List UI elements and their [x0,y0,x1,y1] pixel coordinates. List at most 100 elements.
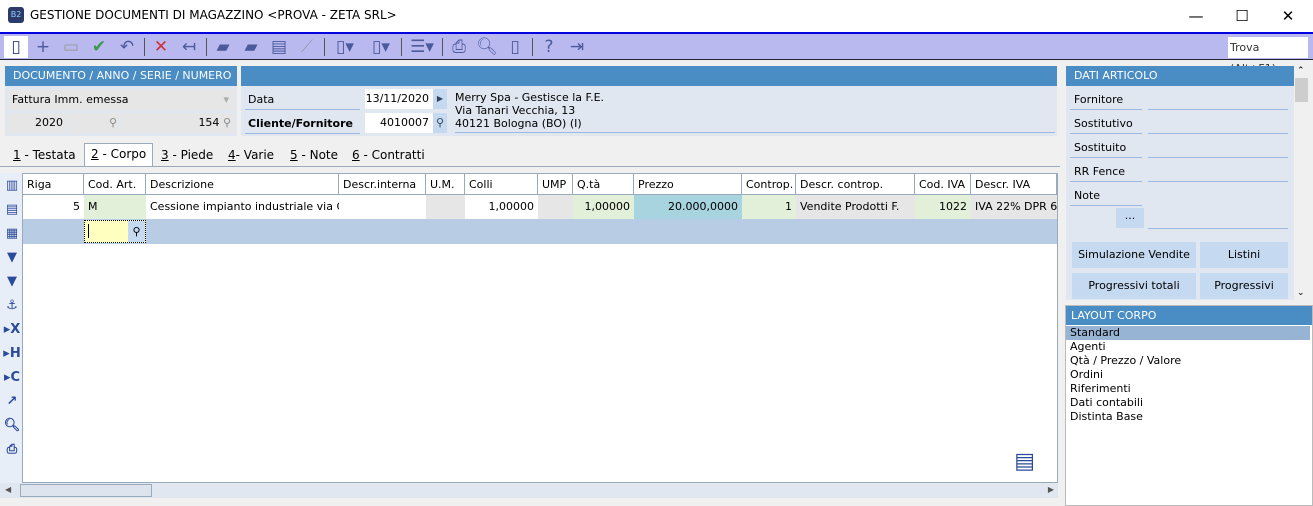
minimize-button[interactable]: — [1176,4,1216,28]
filter-icon[interactable]: ▼ [3,249,21,267]
serie-field[interactable]: ⚲ [69,113,121,133]
search-icon[interactable]: ⚲ [433,113,447,133]
date-next-icon[interactable]: ▶ [433,89,447,109]
grid-cell[interactable]: 1,00000 [465,195,538,219]
grid-cell[interactable]: Cessione impianto industriale via Gra... [146,195,339,219]
note-more-button[interactable]: ... [1116,208,1144,228]
progressivi-button[interactable]: Progressivi [1200,273,1288,299]
field-value[interactable] [1148,90,1288,110]
pdf-icon[interactable]: ▯ [503,36,527,58]
export-c-icon[interactable]: ▸C [3,369,21,387]
menu-dropdown-icon[interactable]: ☰▾ [406,36,438,58]
grid-cell[interactable] [426,195,465,219]
grid-cell[interactable]: Vendite Prodotti F. [796,195,915,219]
field-value[interactable] [1148,162,1288,182]
add-icon[interactable]: + [31,36,55,58]
chart-icon[interactable]: ↗ [3,393,21,411]
cliente-input[interactable]: 4010007 [365,113,433,133]
grid-cell[interactable] [538,195,573,219]
data-input[interactable]: 13/11/2020 [365,89,433,109]
print-preview-icon[interactable]: 🔍︎ [475,36,499,58]
field-value[interactable] [1148,114,1288,134]
column-header[interactable]: Cod. Art. [84,174,146,195]
tab-varie[interactable]: 4- Varie [222,145,280,166]
tab-contratti[interactable]: 6 - Contratti [346,145,431,166]
scrollbar-thumb[interactable] [1295,78,1308,102]
column-header[interactable]: Descrizione [146,174,339,195]
grid-cell[interactable]: 1 [742,195,796,219]
anno-field[interactable]: 2020 [7,113,67,133]
column-header[interactable]: Colli [465,174,538,195]
layout-item[interactable]: Dati contabili [1070,396,1143,410]
search-icon[interactable]: ⚲ [223,116,231,129]
layout-item[interactable]: Riferimenti [1070,382,1131,396]
column-header[interactable]: Prezzo [634,174,742,195]
maximize-button[interactable]: ☐ [1222,4,1262,28]
delete-icon[interactable]: ✕ [149,36,173,58]
help-icon[interactable]: ? [537,36,561,58]
grid-cell[interactable]: M [84,195,146,219]
column-header[interactable]: UMP [538,174,573,195]
grid-cell[interactable]: 5 [23,195,84,219]
simulazione-vendite-button[interactable]: Simulazione Vendite [1072,242,1196,268]
layout-item[interactable]: Qtà / Prezzo / Valore [1070,354,1181,368]
column-header[interactable]: Q.tà [573,174,634,195]
open-folder-icon[interactable]: ▭ [59,36,83,58]
document-footer-dropdown-icon[interactable]: ▯▾ [366,36,396,58]
folder-yellow-icon[interactable]: ▰ [239,36,263,58]
scroll-right-icon[interactable]: ▶ [1048,485,1054,494]
ruler-icon[interactable]: ⟋ [295,36,319,58]
layout-item[interactable]: Agenti [1070,340,1106,354]
column-header[interactable]: Cod. IVA [915,174,971,195]
column-header[interactable]: Descr. controp. [796,174,915,195]
horizontal-scrollbar[interactable]: ◀ ▶ [0,483,1058,498]
search-icon[interactable]: ⚲ [128,221,145,242]
print-icon[interactable]: ⎙ [447,36,471,58]
scroll-down-icon[interactable]: ⌄ [1297,288,1305,298]
grid-cell[interactable] [339,195,426,219]
layout-item[interactable]: Distinta Base [1070,410,1143,424]
tab-piede[interactable]: 3 - Piede [155,145,219,166]
grid-cell[interactable]: 1,00000 [573,195,634,219]
preview-icon[interactable]: 🔍︎ [3,417,21,435]
progressivi-totali-button[interactable]: Progressivi totali [1072,273,1196,299]
grid-icon[interactable]: ▦ [3,225,21,243]
list-detail-icon[interactable]: ▤ [1014,449,1035,474]
grid-cell[interactable]: 20.000,0000 [634,195,742,219]
field-value[interactable] [1148,138,1288,158]
note-field[interactable] [1148,228,1288,229]
export-x-icon[interactable]: ▸X [3,321,21,339]
layout-item[interactable]: Standard [1066,326,1310,340]
scrollbar-thumb[interactable] [20,484,152,497]
export-h-icon[interactable]: ▸H [3,345,21,363]
column-header[interactable]: U.M. [426,174,465,195]
column-header[interactable]: Descr.interna [339,174,426,195]
confirm-icon[interactable]: ✔ [87,36,111,58]
document-dropdown-icon[interactable]: ▯▾ [330,36,360,58]
vertical-scrollbar[interactable]: ⌃ ⌄ [1294,66,1309,300]
column-header[interactable]: Controp. [742,174,796,195]
grid-cell[interactable]: 1022 [915,195,971,219]
tab-corpo[interactable]: 2 - Corpo [84,143,154,166]
anchor-icon[interactable]: ⚓ [3,297,21,315]
scroll-up-icon[interactable]: ⌃ [1297,66,1305,76]
column-header[interactable]: Descr. IVA [971,174,1057,195]
column-header[interactable]: Riga [23,174,84,195]
search-input[interactable]: Trova (Alt+F1) [1228,37,1308,75]
document-type-select[interactable]: Fattura Imm. emessa ▾ [7,90,235,110]
undo-icon[interactable]: ↶ [115,36,139,58]
document-yellow-icon[interactable]: ▤ [267,36,291,58]
close-button[interactable]: ✕ [1268,4,1308,28]
cod-art-input[interactable]: ⚲ [84,220,146,243]
scroll-left-icon[interactable]: ◀ [5,485,11,494]
tab-testata[interactable]: 1 - Testata [7,145,82,166]
list-icon[interactable]: ▤ [3,201,21,219]
exit-icon[interactable]: ⇥ [565,36,589,58]
tab-note[interactable]: 5 - Note [284,145,344,166]
search-icon[interactable]: ⚲ [109,116,117,129]
print-icon[interactable]: ⎙ [3,441,21,459]
columns-icon[interactable]: ▥ [3,177,21,195]
revert-icon[interactable]: ↤ [177,36,201,58]
grid-cell[interactable]: IVA 22% DPR 633 [971,195,1057,219]
filter-clear-icon[interactable]: ▼ [3,273,21,291]
